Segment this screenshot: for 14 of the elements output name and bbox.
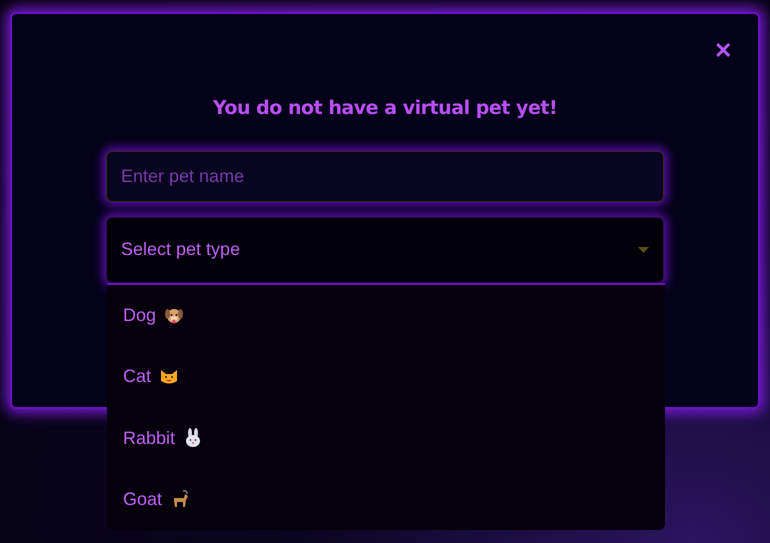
option-label: Dog: [123, 304, 156, 328]
pet-type-option[interactable]: Dog: [107, 285, 665, 346]
pet-name-field[interactable]: Enter pet name: [106, 150, 664, 202]
option-label: Goat: [123, 488, 162, 511]
pet-type-option[interactable]: Rabbit: [107, 408, 665, 469]
pet-type-select[interactable]: Select pet type: [106, 216, 664, 282]
dialog-title: You do not have a virtual pet yet!: [212, 96, 558, 121]
pet-type-option[interactable]: Goat: [107, 468, 665, 530]
option-label: Cat: [123, 365, 152, 388]
pet-type-option[interactable]: Cat: [107, 346, 665, 408]
dropdown-caret-icon: [638, 246, 649, 252]
close-button[interactable]: ✕: [714, 40, 732, 62]
select-placeholder: Select pet type: [121, 238, 240, 261]
option-label: Rabbit: [123, 426, 176, 450]
